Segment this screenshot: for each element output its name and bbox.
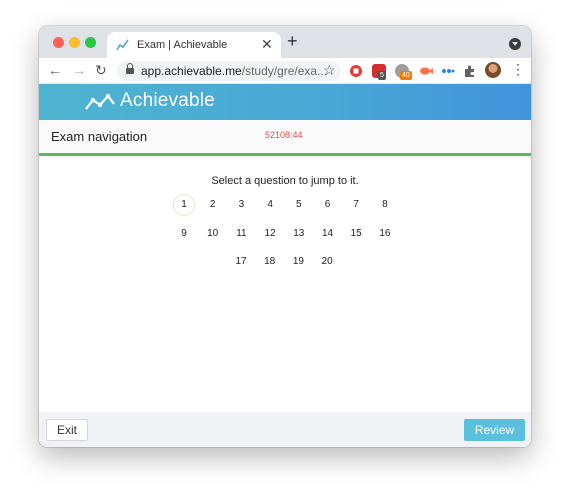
question-button-12[interactable]: 12 [259, 223, 281, 245]
url-host: app.achievable.me [141, 64, 242, 78]
exam-navigation-header: Exam navigation 52108:44 [39, 120, 531, 153]
todo-extension-icon[interactable]: 5 [372, 64, 386, 80]
brand-name: Achievable [120, 90, 215, 111]
profile-avatar[interactable] [485, 62, 501, 78]
blue-dots-extension-icon[interactable] [441, 64, 455, 78]
lock-icon [126, 63, 134, 75]
tab-strip: Exam | Achievable ✕ + [39, 26, 531, 58]
question-button-16[interactable]: 16 [374, 223, 396, 245]
question-button-20[interactable]: 20 [316, 251, 338, 273]
achievable-favicon-icon [116, 39, 129, 51]
question-button-18[interactable]: 18 [259, 251, 281, 273]
tab-search-dropdown-icon[interactable] [509, 38, 521, 50]
question-button-7[interactable]: 7 [345, 194, 367, 216]
bookmark-star-icon[interactable]: ☆ [323, 62, 336, 79]
footer-bar: Exit Review [39, 412, 531, 447]
url-text: app.achievable.me/study/gre/exa... [141, 64, 327, 78]
question-button-1[interactable]: 1 [173, 194, 195, 216]
fish-extension-icon[interactable] [419, 64, 433, 78]
achievable-logo-icon [85, 93, 115, 110]
browser-toolbar: ← → ↻ app.achievable.me/study/gre/exa...… [39, 58, 531, 84]
question-button-14[interactable]: 14 [317, 223, 339, 245]
question-button-8[interactable]: 8 [374, 194, 396, 216]
reload-icon[interactable]: ↻ [95, 63, 107, 77]
question-button-13[interactable]: 13 [288, 223, 310, 245]
maximize-window-button[interactable] [85, 37, 96, 48]
tab-title: Exam | Achievable [137, 39, 228, 51]
gray-extension-badge: 40 [400, 71, 412, 80]
todo-extension-badge: 5 [378, 71, 386, 80]
exit-button[interactable]: Exit [46, 419, 88, 441]
question-button-15[interactable]: 15 [345, 223, 367, 245]
address-bar[interactable]: app.achievable.me/study/gre/exa... ☆ [117, 61, 341, 81]
tab-close-icon[interactable]: ✕ [261, 36, 273, 53]
question-button-11[interactable]: 11 [230, 223, 252, 245]
gray-extension-icon[interactable]: 40 [395, 64, 412, 80]
question-button-4[interactable]: 4 [259, 194, 281, 216]
review-button[interactable]: Review [464, 419, 525, 441]
question-button-9[interactable]: 9 [173, 223, 195, 245]
question-button-17[interactable]: 17 [230, 251, 252, 273]
question-button-6[interactable]: 6 [317, 194, 339, 216]
close-window-button[interactable] [53, 37, 64, 48]
question-button-10[interactable]: 10 [202, 223, 224, 245]
app-header-bar: Achievable [39, 84, 531, 120]
url-path: /study/gre/exa... [241, 64, 328, 78]
question-button-3[interactable]: 3 [230, 194, 252, 216]
red-circle-extension-icon[interactable] [349, 64, 363, 78]
new-tab-button[interactable]: + [287, 32, 298, 50]
instruction-text: Select a question to jump to it. [211, 175, 359, 187]
question-button-19[interactable]: 19 [287, 251, 309, 273]
browser-window: Exam | Achievable ✕ + ← → ↻ app.achievab… [39, 26, 531, 447]
back-icon[interactable]: ← [48, 63, 62, 77]
question-button-2[interactable]: 2 [202, 194, 224, 216]
exam-timer: 52108:44 [265, 130, 303, 140]
browser-menu-icon[interactable]: ⋮ [511, 62, 525, 76]
puzzle-extension-icon[interactable] [463, 64, 477, 78]
forward-icon[interactable]: → [72, 63, 86, 77]
question-button-5[interactable]: 5 [288, 194, 310, 216]
browser-tab[interactable]: Exam | Achievable ✕ [107, 32, 281, 58]
page-title: Exam navigation [51, 129, 148, 144]
minimize-window-button[interactable] [69, 37, 80, 48]
question-grid-panel: Select a question to jump to it. 1234567… [39, 156, 531, 412]
